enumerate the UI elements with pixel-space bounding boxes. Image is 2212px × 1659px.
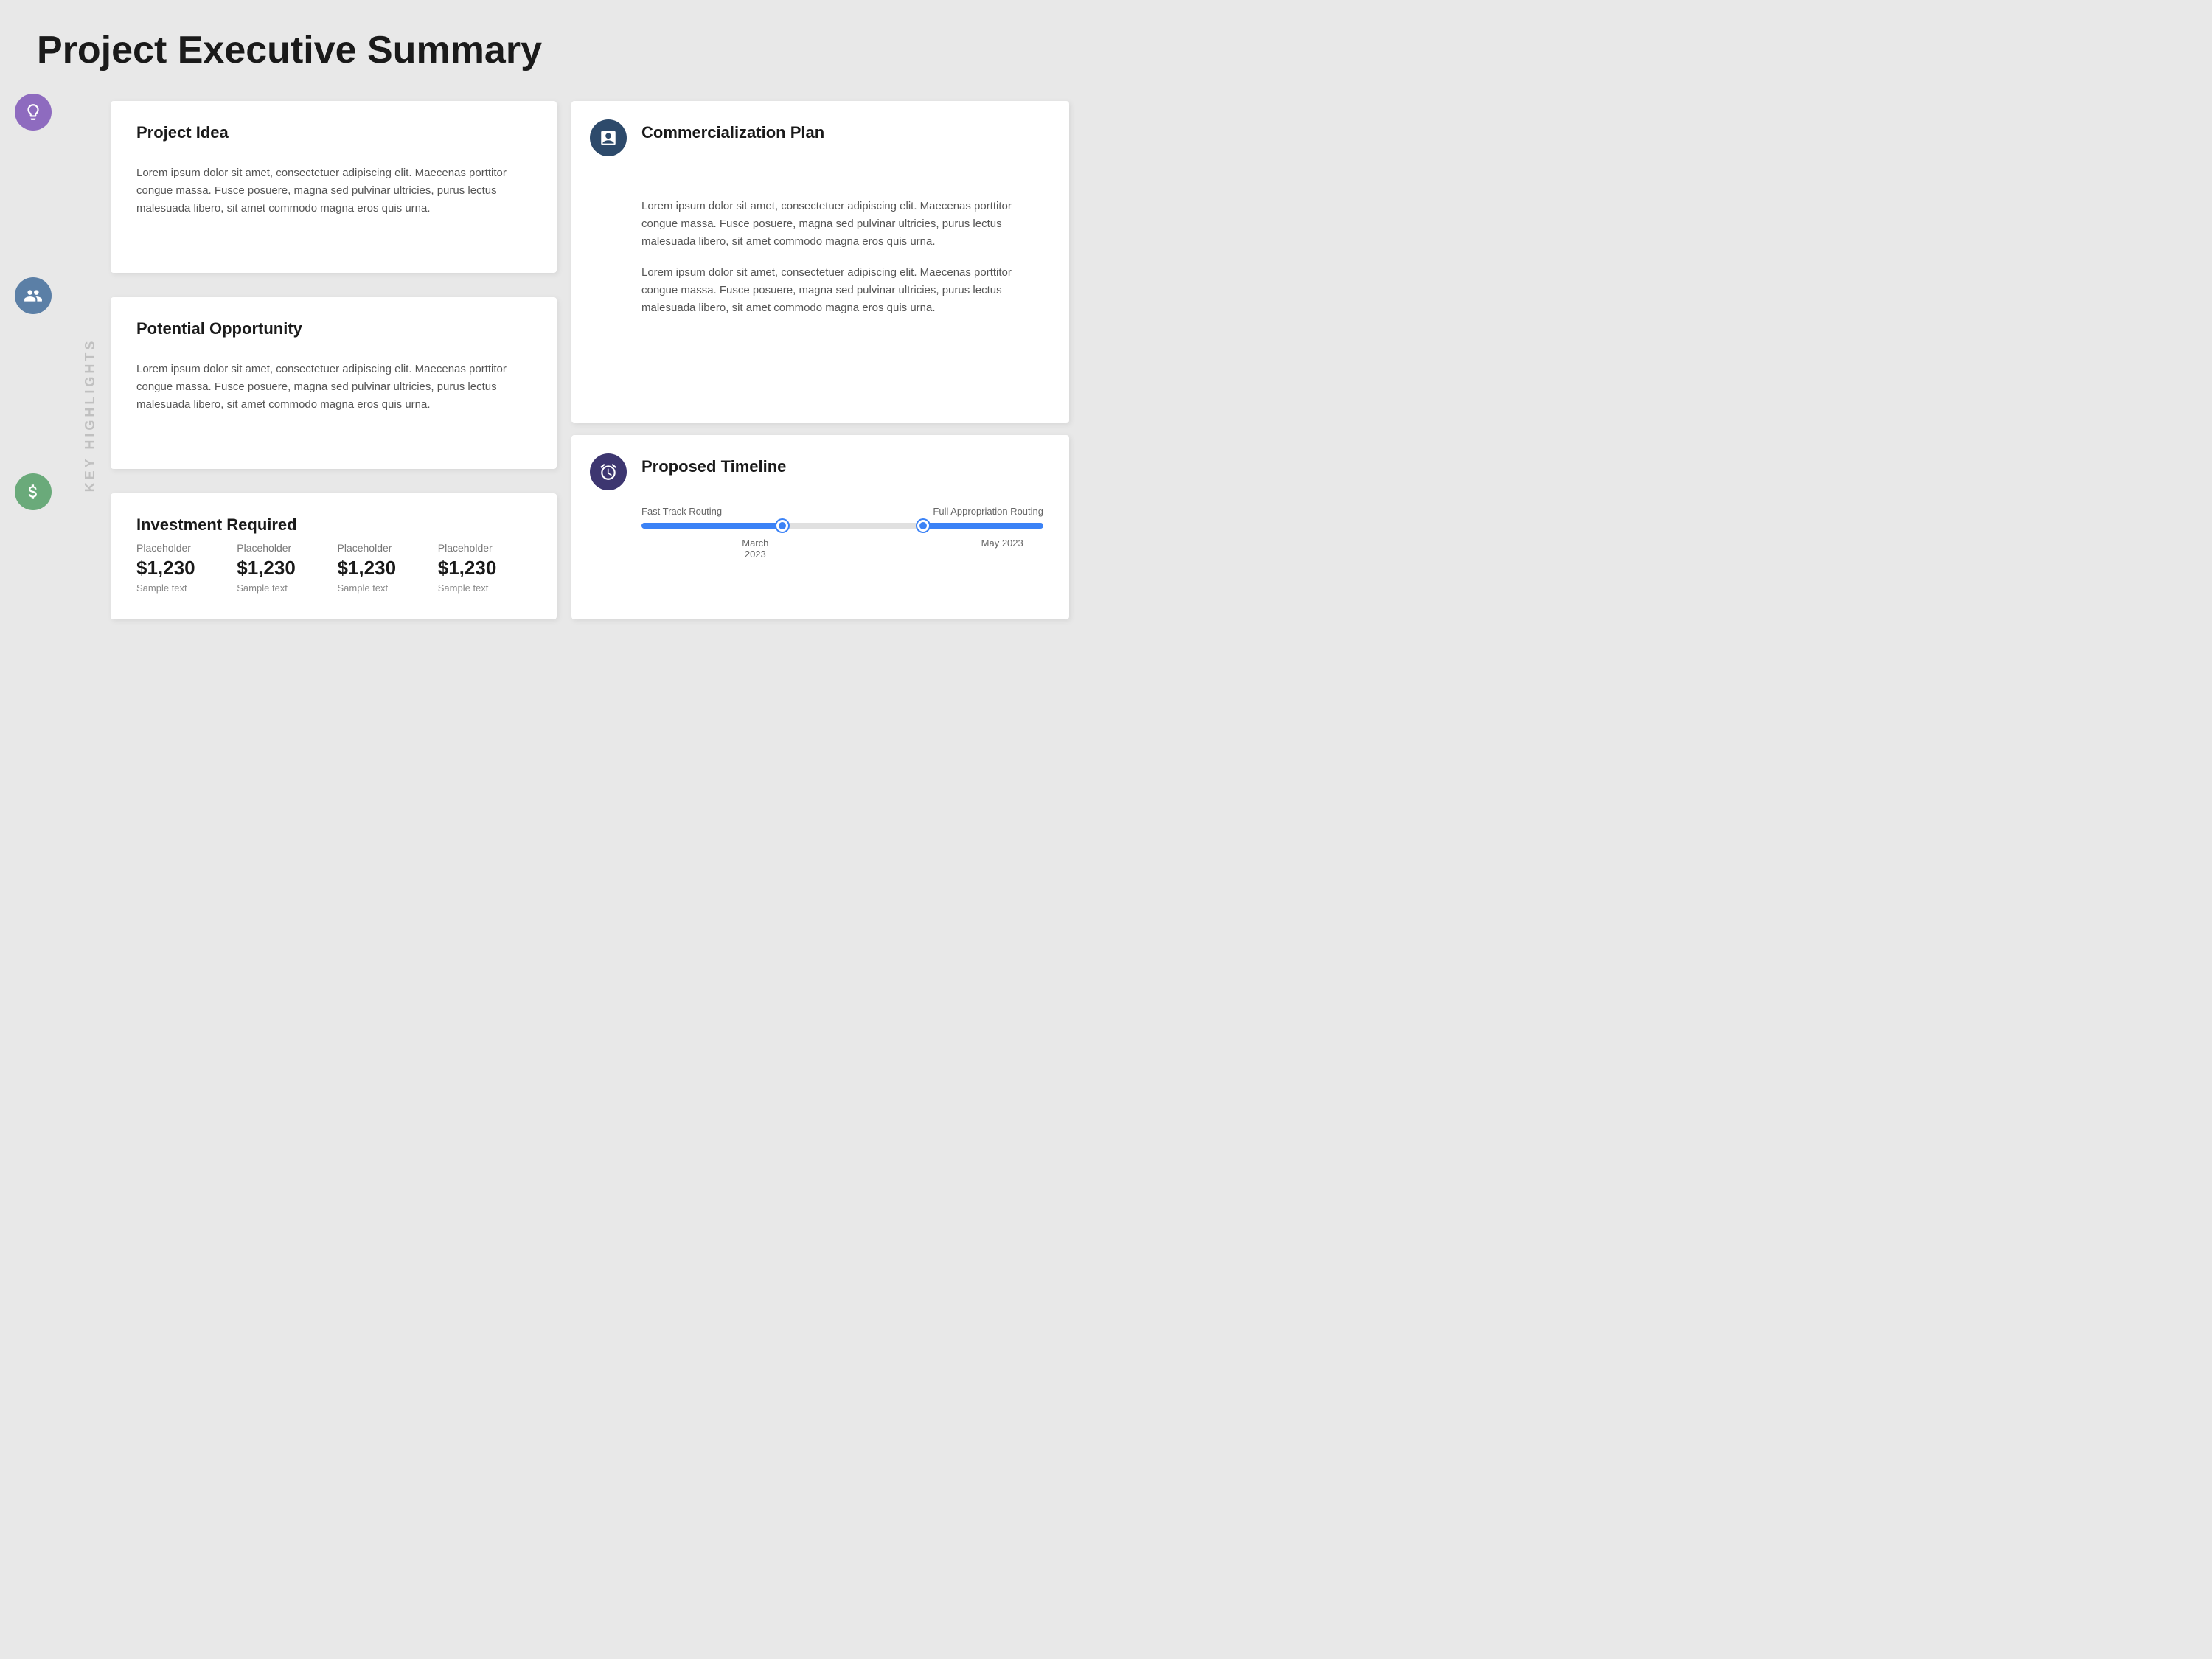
investment-grid: Placeholder $1,230 Sample text Placehold… — [136, 542, 531, 594]
lightbulb-icon — [24, 102, 43, 122]
investment-icon — [24, 482, 43, 501]
investment-sample-4: Sample text — [438, 582, 531, 594]
investment-placeholder-1: Placeholder — [136, 542, 229, 554]
potential-opportunity-card: Potential Opportunity Lorem ipsum dolor … — [111, 297, 557, 469]
page-title: Project Executive Summary — [37, 29, 1069, 72]
investment-required-icon — [15, 473, 52, 510]
investment-sample-1: Sample text — [136, 582, 229, 594]
investment-item-3: Placeholder $1,230 Sample text — [338, 542, 431, 594]
left-column: Project Idea Lorem ipsum dolor sit amet,… — [59, 101, 557, 619]
project-idea-wrapper: Project Idea Lorem ipsum dolor sit amet,… — [59, 101, 557, 273]
proposed-timeline-card: Proposed Timeline Fast Track Routing Ful… — [571, 435, 1069, 620]
timeline-legend: Fast Track Routing Full Appropriation Ro… — [641, 506, 1043, 517]
investment-required-title: Investment Required — [136, 515, 531, 535]
timeline-label-fast-track: Fast Track Routing — [641, 506, 722, 517]
investment-placeholder-4: Placeholder — [438, 542, 531, 554]
commercialization-plan-title: Commercialization Plan — [641, 123, 1043, 142]
timeline-date-left: March2023 — [641, 538, 768, 560]
investment-amount-1: $1,230 — [136, 557, 229, 580]
timeline-dates: March2023 May 2023 — [641, 538, 1043, 560]
investment-placeholder-3: Placeholder — [338, 542, 431, 554]
commercialization-plan-body1: Lorem ipsum dolor sit amet, consectetuer… — [641, 198, 1043, 251]
potential-opportunity-wrapper: Potential Opportunity Lorem ipsum dolor … — [59, 285, 557, 469]
investment-item-4: Placeholder $1,230 Sample text — [438, 542, 531, 594]
potential-opportunity-title: Potential Opportunity — [136, 319, 531, 338]
timeline-label-full-appropriation: Full Appropriation Routing — [933, 506, 1043, 517]
timeline-date-right: May 2023 — [981, 538, 1043, 560]
investment-placeholder-2: Placeholder — [237, 542, 330, 554]
investment-required-wrapper: Investment Required Placeholder $1,230 S… — [59, 481, 557, 619]
investment-required-card: Investment Required Placeholder $1,230 S… — [111, 493, 557, 619]
timeline-bar-container — [641, 523, 1043, 529]
investment-item-2: Placeholder $1,230 Sample text — [237, 542, 330, 594]
project-idea-body: Lorem ipsum dolor sit amet, consectetuer… — [136, 164, 531, 218]
investment-amount-3: $1,230 — [338, 557, 431, 580]
commercialization-plan-card: Commercialization Plan Lorem ipsum dolor… — [571, 101, 1069, 422]
investment-sample-3: Sample text — [338, 582, 431, 594]
potential-opportunity-body: Lorem ipsum dolor sit amet, consectetuer… — [136, 361, 531, 414]
project-idea-title: Project Idea — [136, 123, 531, 142]
proposed-timeline-title: Proposed Timeline — [641, 457, 1043, 476]
potential-opportunity-icon — [15, 277, 52, 314]
commercialization-icon — [599, 128, 618, 147]
project-idea-card: Project Idea Lorem ipsum dolor sit amet,… — [111, 101, 557, 273]
investment-item-1: Placeholder $1,230 Sample text — [136, 542, 229, 594]
timeline-icon — [599, 462, 618, 481]
proposed-timeline-icon — [590, 453, 627, 490]
project-idea-icon — [15, 94, 52, 131]
commercialization-plan-body2: Lorem ipsum dolor sit amet, consectetuer… — [641, 264, 1043, 317]
investment-amount-2: $1,230 — [237, 557, 330, 580]
investment-sample-2: Sample text — [237, 582, 330, 594]
main-grid: Project Idea Lorem ipsum dolor sit amet,… — [59, 101, 1069, 619]
right-column: Commercialization Plan Lorem ipsum dolor… — [571, 101, 1069, 619]
opportunity-icon — [24, 286, 43, 305]
timeline-section: Fast Track Routing Full Appropriation Ro… — [641, 495, 1043, 560]
timeline-track — [641, 523, 1043, 529]
investment-amount-4: $1,230 — [438, 557, 531, 580]
commercialization-plan-icon — [590, 119, 627, 156]
